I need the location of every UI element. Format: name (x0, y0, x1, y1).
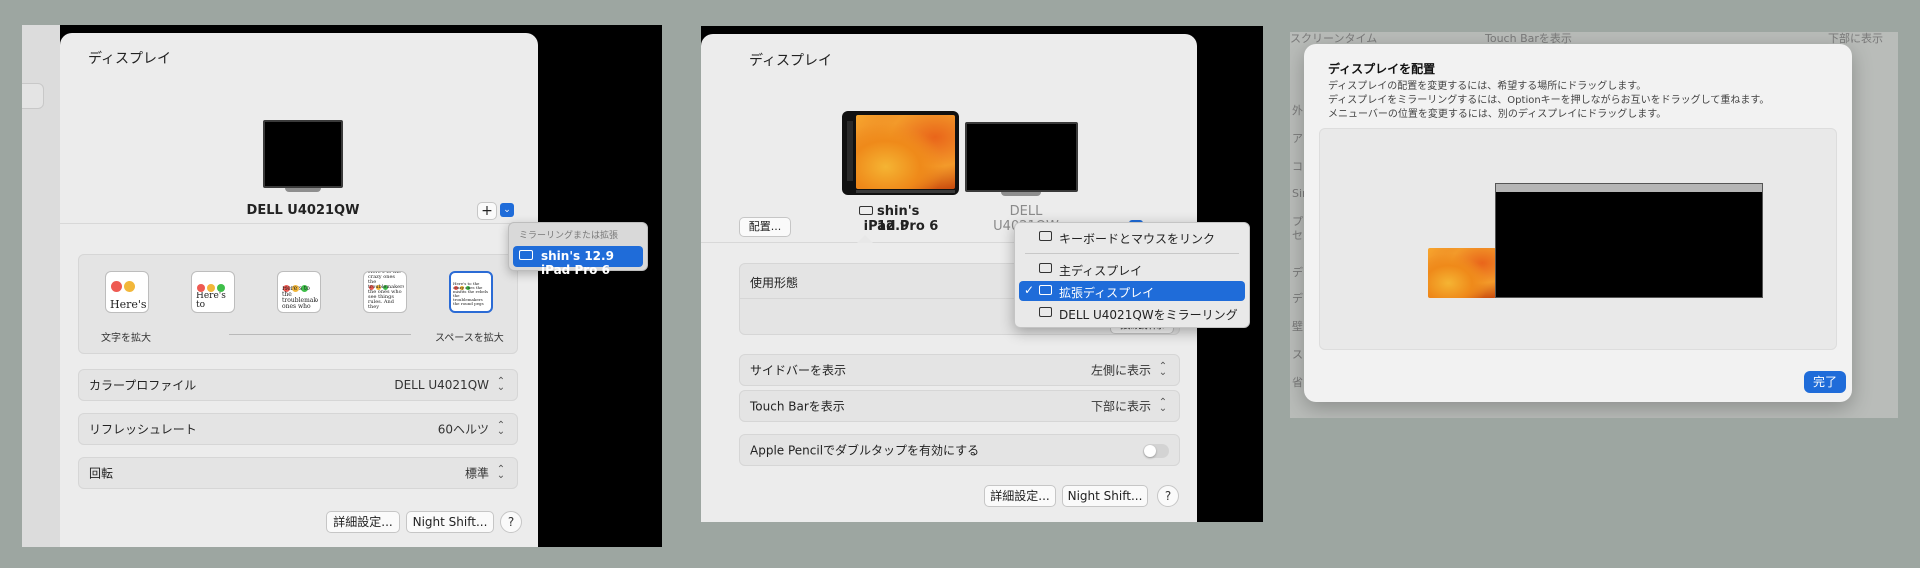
screenshot-display-settings-1: ディスプレイ DELL U4021QW + ⌄ Here's Here's to… (22, 25, 662, 547)
scale-option-4[interactable]: Here's to the crazy ones the troublemake… (363, 271, 407, 313)
bg-char: ア (1292, 132, 1303, 145)
checkmark-icon: ✓ (1024, 283, 1035, 297)
bg-char: セ (1292, 229, 1303, 242)
menu-item-mirror-dell[interactable]: DELL U4021QWをミラーリング (1019, 303, 1245, 323)
stepper-icon: ⌃ ⌄ (496, 464, 506, 481)
bg-char: デ (1292, 266, 1303, 279)
stepper-icon: ⌃ ⌄ (1158, 361, 1168, 378)
pane-title: ディスプレイ (88, 51, 172, 67)
apple-pencil-row: Apple Pencilでダブルタップを有効にする (739, 434, 1180, 466)
ipad-display-icon[interactable] (842, 111, 959, 195)
stepper-icon: ⌃ ⌄ (496, 376, 506, 393)
bg-char: コ (1292, 160, 1303, 173)
settings-panel: ディスプレイ DELL U4021QW + ⌄ Here's Here's to… (60, 33, 538, 547)
bg-char: 外 (1292, 104, 1303, 117)
more-space-caption: スペースを拡大 (435, 333, 504, 344)
refresh-rate-row[interactable]: リフレッシュレート 60ヘルツ ⌃ ⌄ (78, 413, 518, 445)
touchbar-position-row[interactable]: Touch Barを表示 下部に表示 ⌃ ⌄ (739, 390, 1180, 422)
ipad-display-thumb[interactable] (1428, 248, 1496, 298)
arrange-button[interactable]: 配置... (739, 217, 791, 237)
display-icon (1039, 263, 1052, 273)
help-button[interactable]: ? (1157, 485, 1179, 507)
night-shift-button[interactable]: Night Shift... (1062, 485, 1148, 507)
add-display-button[interactable]: + (477, 202, 497, 220)
dialog-title: ディスプレイを配置 (1328, 62, 1436, 76)
dialog-line-1: ディスプレイの配置を変更するには、希望する場所にドラッグします。 (1328, 81, 1647, 92)
use-as-label: 使用形態 (750, 276, 799, 290)
scale-option-2[interactable]: Here's to (191, 271, 235, 313)
divider (60, 223, 538, 224)
pencil-toggle[interactable] (1143, 444, 1169, 458)
color-profile-row[interactable]: カラープロファイル DELL U4021QW ⌃ ⌄ (78, 369, 518, 401)
selection-pointer (857, 235, 873, 243)
bg-char: 壁 (1292, 320, 1303, 333)
dialog-line-3: メニューバーの位置を変更するには、別のディスプレイにドラッグします。 (1328, 109, 1667, 120)
larger-text-caption: 文字を拡大 (101, 333, 151, 344)
ipad-wallpaper (856, 115, 955, 189)
ipad-sidebar (847, 121, 853, 181)
help-button[interactable]: ? (500, 511, 522, 533)
screenshot-arrange-dialog: スクリーンタイム Touch Barを表示 下部に表示 外 ア コ Sir プ … (1290, 32, 1898, 418)
pane-title: ディスプレイ (749, 53, 833, 69)
advanced-button[interactable]: 詳細設定... (326, 511, 400, 533)
bg-char: デ (1292, 292, 1303, 305)
display-icon (1039, 285, 1052, 295)
night-shift-button[interactable]: Night Shift... (406, 511, 494, 533)
dell-monitor-icon[interactable] (965, 122, 1078, 200)
dialog-line-2: ディスプレイをミラーリングするには、Optionキーを押しながらお互いをドラッグ… (1328, 95, 1770, 106)
ipad-name-line2: iPad Pro 6 (863, 219, 939, 234)
menu-item-extended-display[interactable]: ✓ 拡張ディスプレイ (1019, 281, 1245, 301)
screenshot-display-settings-2: ディスプレイ 配置... shin's 12.9 iPad Pro 6 DELL… (701, 26, 1263, 522)
stepper-icon: ⌃ ⌄ (1158, 397, 1168, 414)
sidebar-search-edge[interactable] (22, 83, 44, 109)
bg-char: 省 (1292, 376, 1303, 389)
menu-item-link-keyboard-mouse[interactable]: キーボードとマウスをリンク (1019, 227, 1245, 247)
resolution-scale-group: Here's Here's to Here's to the troublema… (78, 254, 518, 354)
ipad-touchbar (856, 190, 955, 193)
monitor-name: DELL U4021QW (246, 203, 360, 218)
arrangement-area (1319, 128, 1837, 350)
stepper-icon: ⌃ ⌄ (496, 420, 506, 437)
chevron-down-icon[interactable]: ⌄ (500, 203, 514, 217)
popup-header: ミラーリングまたは拡張 (519, 231, 619, 241)
display-options-menu: キーボードとマウスをリンク 主ディスプレイ ✓ 拡張ディスプレイ DELL U4… (1014, 222, 1250, 328)
scale-track (229, 334, 411, 335)
display-icon (1039, 231, 1052, 241)
airplay-icon (859, 206, 873, 217)
menu-bar-indicator[interactable] (1496, 184, 1762, 192)
bg-char: ス (1292, 348, 1303, 361)
done-button[interactable]: 完了 (1804, 371, 1846, 393)
sidebar-edge (22, 25, 60, 547)
sidebar-position-row[interactable]: サイドバーを表示 左側に表示 ⌃ ⌄ (739, 354, 1180, 386)
dell-display-thumb[interactable] (1495, 183, 1763, 298)
rotation-row[interactable]: 回転 標準 ⌃ ⌄ (78, 457, 518, 489)
display-icon (1039, 307, 1052, 317)
popup-item-ipad[interactable]: shin's 12.9 iPad Pro 6 (513, 246, 643, 277)
scale-option-5-selected[interactable]: Here's to the crazy ones the misfits the… (449, 271, 493, 313)
scale-option-1[interactable]: Here's (105, 271, 149, 313)
dell-monitor-icon[interactable] (263, 120, 343, 194)
advanced-button[interactable]: 詳細設定... (984, 485, 1056, 507)
arrange-displays-dialog: ディスプレイを配置 ディスプレイの配置を変更するには、希望する場所にドラッグしま… (1304, 44, 1852, 402)
mirror-extend-popup: ミラーリングまたは拡張 shin's 12.9 iPad Pro 6 (508, 222, 648, 277)
scale-option-3[interactable]: Here's to the troublemakers ones who (277, 271, 321, 313)
airplay-display-icon (519, 250, 533, 260)
menu-item-main-display[interactable]: 主ディスプレイ (1019, 259, 1245, 279)
